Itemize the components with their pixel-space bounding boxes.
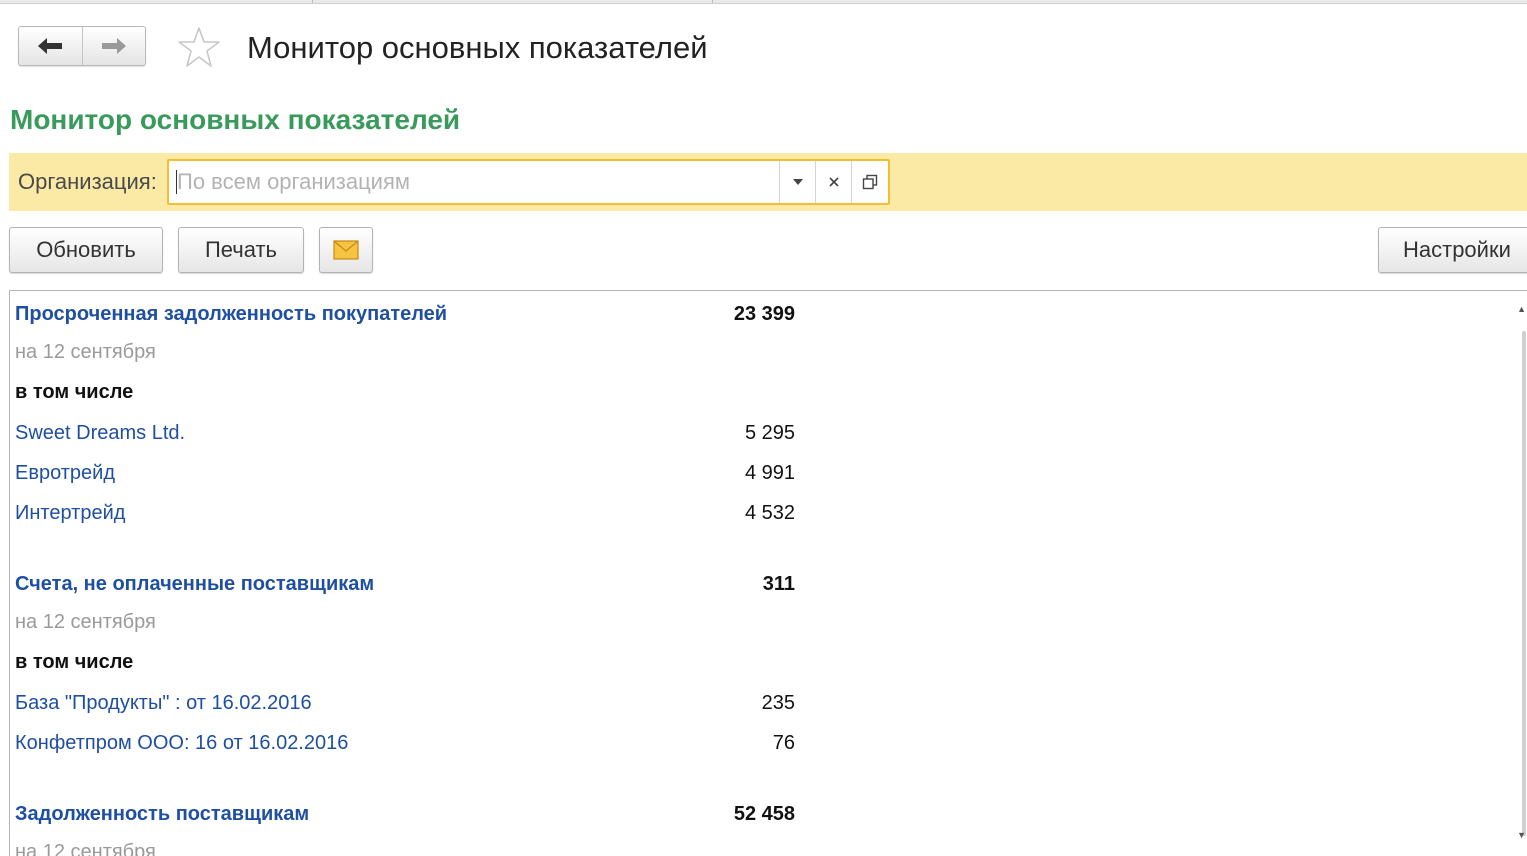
top-tab-strip: [0, 0, 1527, 4]
report-section-header[interactable]: Просроченная задолженность покупателей 2…: [15, 299, 795, 329]
report-section-header[interactable]: Счета, не оплаченные поставщикам 311: [15, 569, 795, 599]
send-email-button[interactable]: [319, 227, 373, 273]
favorite-button[interactable]: [176, 24, 222, 70]
open-window-icon: [862, 174, 877, 190]
envelope-icon: [333, 240, 359, 260]
window-title: Монитор основных показателей: [247, 30, 708, 65]
section-total: 23 399: [733, 303, 795, 325]
scroll-thumb[interactable]: [1522, 331, 1526, 836]
star-icon: [178, 27, 220, 67]
report-date-row: на 12 сентября: [15, 607, 795, 637]
including-label: в том числе: [15, 381, 134, 403]
item-value: 4 991: [744, 462, 795, 484]
form-title: Монитор основных показателей: [10, 104, 461, 135]
report-item-row[interactable]: Интертрейд 4 532: [15, 498, 795, 528]
tab-separator: [712, 0, 713, 3]
report-scrollbar[interactable]: ▲ ▼: [1517, 291, 1527, 856]
arrow-right-icon: [101, 38, 126, 54]
section-date: на 12 сентября: [15, 611, 156, 633]
forward-button[interactable]: [81, 27, 146, 65]
section-date: на 12 сентября: [15, 341, 156, 363]
report-including-row: в том числе: [15, 647, 795, 677]
print-button[interactable]: Печать: [178, 227, 304, 273]
item-name[interactable]: Sweet Dreams Ltd.: [15, 418, 185, 448]
arrow-left-icon: [38, 38, 63, 54]
tab-separator: [312, 0, 313, 3]
section-date: на 12 сентября: [15, 841, 156, 856]
report-date-row: на 12 сентября: [15, 837, 795, 856]
navigation-buttons: [18, 26, 146, 66]
item-name[interactable]: База "Продукты" : от 16.02.2016: [15, 688, 312, 718]
section-total: 311: [762, 573, 795, 595]
organization-label: Организация:: [18, 169, 157, 194]
item-value: 76: [772, 732, 795, 754]
section-total: 52 458: [733, 803, 795, 825]
item-value: 5 295: [744, 422, 795, 444]
item-name[interactable]: Евротрейд: [15, 458, 115, 488]
report-including-row: в том числе: [15, 377, 795, 407]
refresh-button[interactable]: Обновить: [9, 227, 163, 273]
item-name[interactable]: Интертрейд: [15, 498, 125, 528]
report-item-row[interactable]: Конфетпром ООО: 16 от 16.02.2016 76: [15, 728, 795, 758]
organization-input[interactable]: [175, 166, 777, 198]
item-value: 235: [761, 692, 795, 714]
back-button[interactable]: [19, 27, 82, 65]
chevron-down-icon: [792, 179, 803, 185]
filter-bar: Организация:: [9, 153, 1527, 211]
report-area: Просроченная задолженность покупателей 2…: [9, 290, 1527, 856]
report-section-header[interactable]: Задолженность поставщикам 52 458: [15, 799, 795, 829]
report-date-row: на 12 сентября: [15, 337, 795, 367]
section-title[interactable]: Счета, не оплаченные поставщикам: [15, 569, 374, 599]
scroll-up-icon[interactable]: ▲: [1517, 305, 1526, 314]
including-label: в том числе: [15, 651, 134, 673]
section-title[interactable]: Задолженность поставщикам: [15, 799, 309, 829]
report-item-row[interactable]: База "Продукты" : от 16.02.2016 235: [15, 688, 795, 718]
section-title[interactable]: Просроченная задолженность покупателей: [15, 299, 447, 329]
scroll-down-icon[interactable]: ▼: [1517, 831, 1526, 840]
text-cursor: [176, 170, 177, 194]
organization-field: [167, 159, 890, 205]
item-name[interactable]: Конфетпром ООО: 16 от 16.02.2016: [15, 728, 348, 758]
report-item-row[interactable]: Sweet Dreams Ltd. 5 295: [15, 418, 795, 448]
organization-clear-button[interactable]: [815, 161, 851, 203]
close-icon: [828, 177, 839, 187]
report-item-row[interactable]: Евротрейд 4 991: [15, 458, 795, 488]
settings-button[interactable]: Настройки: [1378, 227, 1527, 273]
item-value: 4 532: [744, 502, 795, 524]
organization-open-button[interactable]: [851, 161, 887, 203]
organization-dropdown-button[interactable]: [779, 161, 815, 203]
